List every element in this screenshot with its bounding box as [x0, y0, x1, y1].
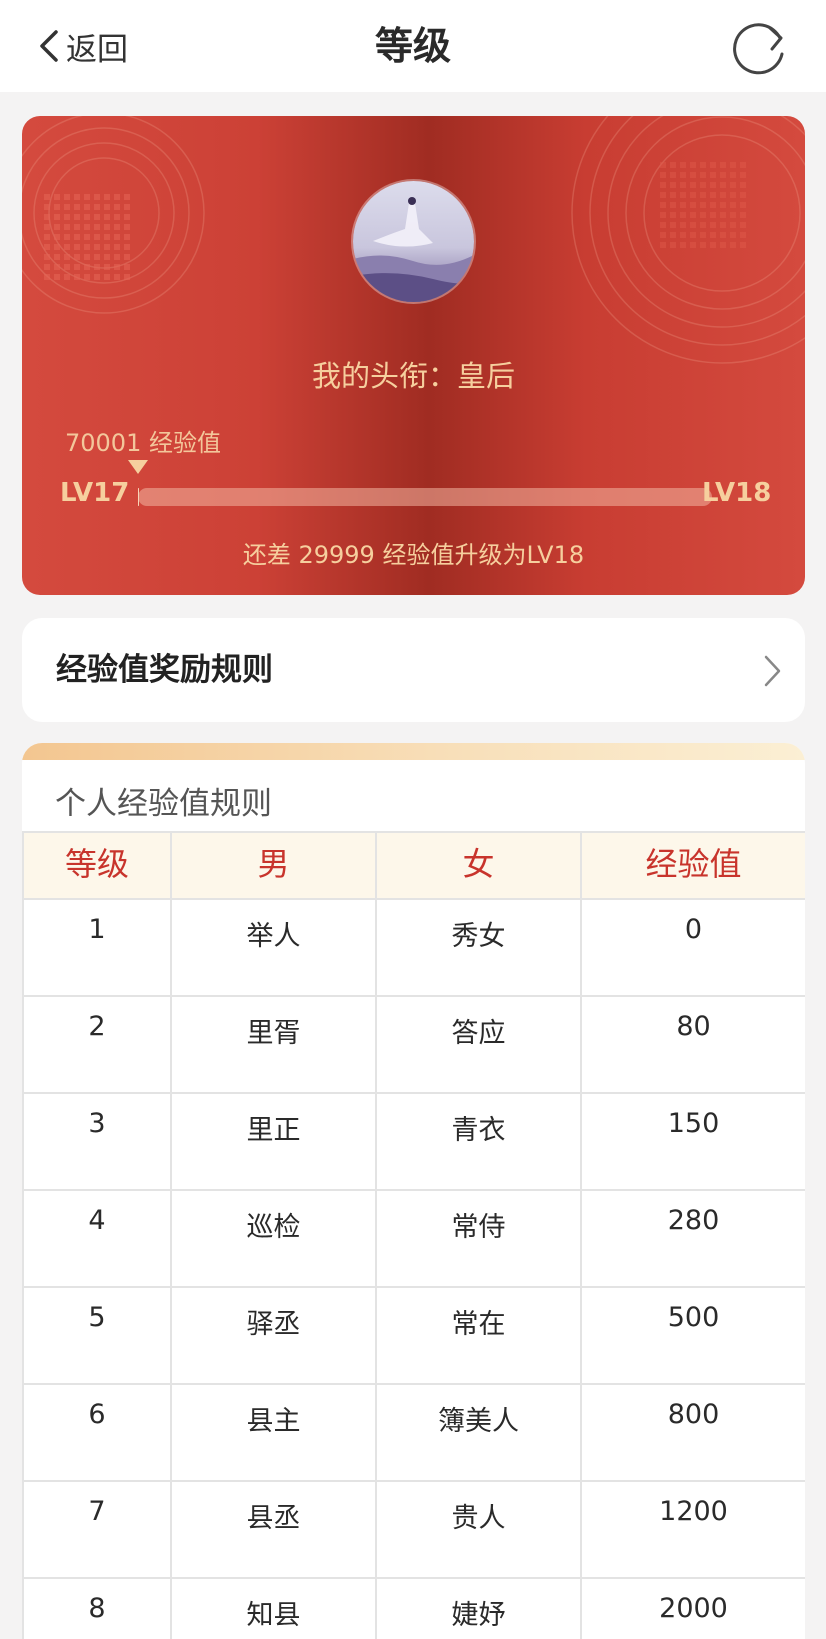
exp-reward-rules-label: 经验值奖励规则 — [56, 652, 273, 688]
header-female: 女 — [375, 831, 582, 900]
user-title: 我的头衔：皇后 — [22, 353, 805, 395]
exp-reward-rules-link[interactable]: 经验值奖励规则 — [22, 618, 805, 722]
table-row: 8 知县 婕妤 2000 — [22, 1577, 805, 1639]
level-card: 我的头衔：皇后 70001 经验值 LV17 LV18 还差 29999 经验值… — [22, 116, 805, 595]
header-exp: 经验值 — [580, 831, 805, 900]
back-label: 返回 — [66, 31, 128, 68]
cell-male-title: 举人 — [170, 898, 377, 997]
avatar-image — [353, 181, 474, 302]
cell-level: 5 — [22, 1286, 172, 1385]
current-exp: 70001 经验值 — [65, 429, 221, 457]
header-level: 等级 — [22, 831, 172, 900]
header-male: 男 — [170, 831, 377, 900]
chevron-right-icon — [764, 655, 781, 687]
card-top-stripe — [22, 743, 805, 760]
cell-exp: 150 — [580, 1092, 805, 1191]
level-progress-fill — [138, 488, 139, 506]
cell-level: 6 — [22, 1383, 172, 1482]
cell-female-title: 簿美人 — [375, 1383, 582, 1482]
table-row: 3 里正 青衣 150 — [22, 1092, 805, 1191]
cell-female-title: 贵人 — [375, 1480, 582, 1579]
cell-level: 3 — [22, 1092, 172, 1191]
cell-female-title: 青衣 — [375, 1092, 582, 1191]
cell-level: 8 — [22, 1577, 172, 1639]
cell-exp: 2000 — [580, 1577, 805, 1639]
nav-bar: 返回 等级 — [0, 0, 826, 92]
refresh-icon[interactable] — [730, 18, 790, 78]
cell-level: 4 — [22, 1189, 172, 1288]
cell-level: 1 — [22, 898, 172, 997]
table-row: 5 驿丞 常在 500 — [22, 1286, 805, 1385]
table-row: 7 县丞 贵人 1200 — [22, 1480, 805, 1579]
exp-rules-card: 个人经验值规则 等级 男 女 经验值 1 举人 秀女 0 2 里胥 答应 80 — [22, 743, 805, 1639]
user-title-value: 皇后 — [457, 359, 516, 393]
upgrade-hint: 还差 29999 经验值升级为LV18 — [242, 541, 585, 569]
cell-exp: 0 — [580, 898, 805, 997]
cell-exp: 280 — [580, 1189, 805, 1288]
cell-exp: 500 — [580, 1286, 805, 1385]
cell-exp: 80 — [580, 995, 805, 1094]
cell-female-title: 常侍 — [375, 1189, 582, 1288]
cell-exp: 1200 — [580, 1480, 805, 1579]
current-level: LV17 — [60, 478, 130, 508]
cell-level: 7 — [22, 1480, 172, 1579]
level-progress-bar — [138, 488, 712, 506]
cell-male-title: 县丞 — [170, 1480, 377, 1579]
next-level: LV18 — [702, 478, 772, 508]
exp-marker-icon — [128, 460, 148, 474]
user-title-label: 我的头衔： — [311, 359, 457, 393]
table-row: 1 举人 秀女 0 — [22, 898, 805, 997]
cell-male-title: 知县 — [170, 1577, 377, 1639]
cell-exp: 800 — [580, 1383, 805, 1482]
table-row: 6 县主 簿美人 800 — [22, 1383, 805, 1482]
cell-female-title: 常在 — [375, 1286, 582, 1385]
avatar[interactable] — [353, 181, 474, 302]
cell-male-title: 县主 — [170, 1383, 377, 1482]
cell-male-title: 驿丞 — [170, 1286, 377, 1385]
cell-female-title: 答应 — [375, 995, 582, 1094]
cell-male-title: 里正 — [170, 1092, 377, 1191]
cell-level: 2 — [22, 995, 172, 1094]
back-button[interactable]: 返回 — [36, 24, 128, 68]
exp-rules-table: 等级 男 女 经验值 1 举人 秀女 0 2 里胥 答应 80 3 里正 青衣 … — [22, 831, 805, 1639]
cell-female-title: 秀女 — [375, 898, 582, 997]
exp-rules-heading: 个人经验值规则 — [55, 786, 272, 822]
cell-male-title: 巡检 — [170, 1189, 377, 1288]
table-header-row: 等级 男 女 经验值 — [22, 831, 805, 900]
table-row: 2 里胥 答应 80 — [22, 995, 805, 1094]
cell-male-title: 里胥 — [170, 995, 377, 1094]
cell-female-title: 婕妤 — [375, 1577, 582, 1639]
table-row: 4 巡检 常侍 280 — [22, 1189, 805, 1288]
chevron-left-icon — [40, 30, 58, 62]
